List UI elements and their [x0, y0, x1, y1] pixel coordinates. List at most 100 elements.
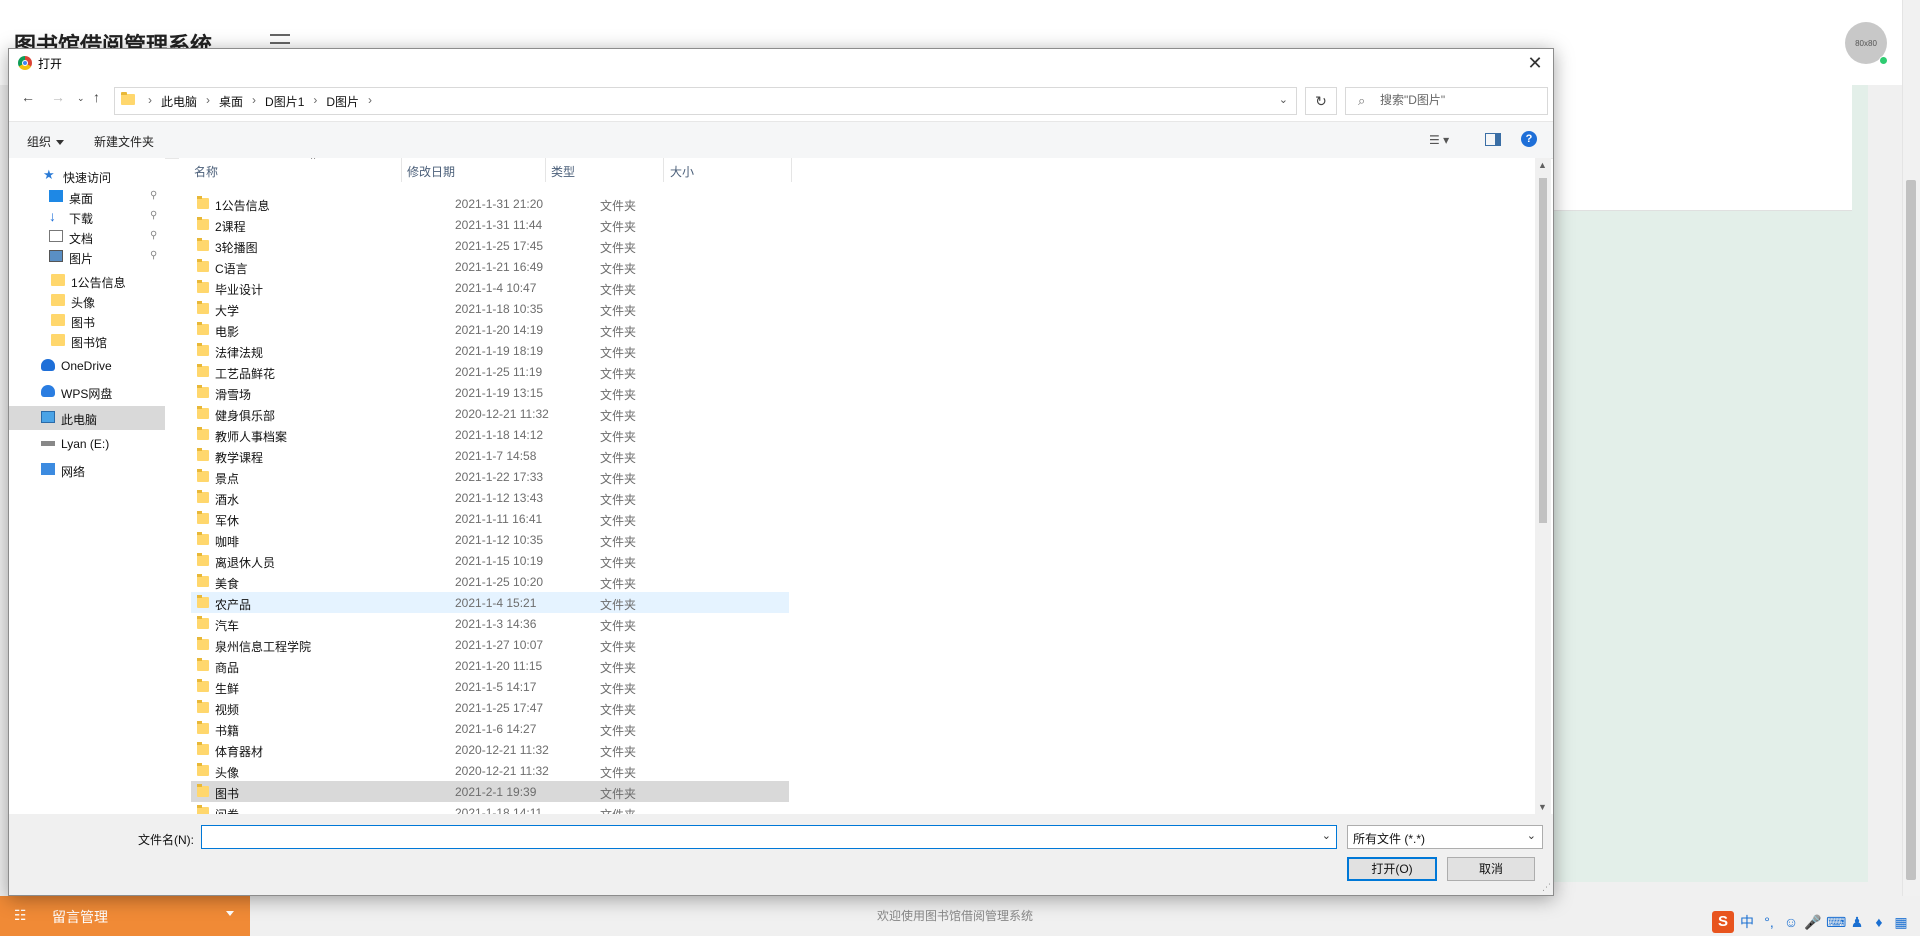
- new-folder-button[interactable]: 新建文件夹: [94, 133, 154, 150]
- filename-field[interactable]: ⌄: [201, 825, 1337, 849]
- address-bar[interactable]: › 此电脑 › 桌面 › D图片1 › D图片 › ⌄: [114, 87, 1297, 115]
- resize-grip-icon[interactable]: ⋰: [1542, 882, 1551, 893]
- file-row[interactable]: 2课程 2021-1-31 11:44 文件夹: [191, 214, 789, 235]
- column-name[interactable]: 名称: [194, 163, 218, 180]
- column-date[interactable]: 修改日期: [407, 163, 455, 180]
- emoji-icon[interactable]: ☺: [1782, 914, 1800, 930]
- nav-item[interactable]: 图书馆: [9, 329, 165, 353]
- file-row[interactable]: C语言 2021-1-21 16:49 文件夹: [191, 256, 789, 277]
- file-row[interactable]: 农产品 2021-1-4 15:21 文件夹: [191, 592, 789, 613]
- file-name: 图书: [215, 787, 240, 801]
- help-icon[interactable]: ?: [1521, 131, 1537, 147]
- organize-button[interactable]: 组织: [27, 133, 65, 150]
- file-row[interactable]: 景点 2021-1-22 17:33 文件夹: [191, 466, 789, 487]
- search-input[interactable]: [1380, 93, 1540, 107]
- punctuation-icon[interactable]: °,: [1760, 914, 1778, 930]
- file-row[interactable]: 问卷 2021-1-18 14:11 文件夹: [191, 802, 789, 814]
- file-row[interactable]: 健身俱乐部 2020-12-21 11:32 文件夹: [191, 403, 789, 424]
- computer-icon: [41, 411, 55, 423]
- file-list-scrollbar[interactable]: ▲ ▼: [1535, 158, 1551, 814]
- ime-toolbar[interactable]: S 中 °, ☺ 🎤 ⌨ ♟ ♦ ▦: [1712, 910, 1910, 934]
- dialog-titlebar[interactable]: 打开 ✕: [9, 49, 1553, 77]
- cancel-button[interactable]: 取消: [1447, 857, 1535, 881]
- file-row[interactable]: 电影 2021-1-20 14:19 文件夹: [191, 319, 789, 340]
- nav-item[interactable]: 此电脑: [9, 406, 165, 430]
- view-options-icon[interactable]: ☰ ▾: [1429, 133, 1449, 147]
- file-row[interactable]: 体育器材 2020-12-21 11:32 文件夹: [191, 739, 789, 760]
- file-type-select[interactable]: 所有文件 (*.*) ⌄: [1347, 825, 1543, 849]
- nav-item[interactable]: 图片 ⚲: [9, 245, 165, 269]
- scroll-up-icon[interactable]: ▲: [1538, 160, 1547, 170]
- forward-arrow-icon[interactable]: →: [51, 89, 65, 105]
- user-icon[interactable]: ♟: [1848, 914, 1866, 931]
- breadcrumb-separator[interactable]: ›: [368, 93, 372, 110]
- breadcrumb-item[interactable]: D图片: [326, 93, 359, 110]
- sogou-ime-icon[interactable]: S: [1712, 911, 1734, 933]
- ime-mode-label[interactable]: 中: [1738, 912, 1756, 932]
- filename-input[interactable]: [206, 828, 1306, 842]
- open-button[interactable]: 打开(O): [1347, 857, 1437, 881]
- column-divider[interactable]: [791, 158, 792, 182]
- file-row[interactable]: 军休 2021-1-11 16:41 文件夹: [191, 508, 789, 529]
- chevron-down-icon[interactable]: ⌄: [1279, 93, 1288, 106]
- up-arrow-icon[interactable]: ↑: [93, 89, 100, 105]
- scroll-down-icon[interactable]: ▼: [1538, 802, 1547, 812]
- column-type[interactable]: 类型: [551, 163, 575, 180]
- file-row[interactable]: 头像 2020-12-21 11:32 文件夹: [191, 760, 789, 781]
- nav-item[interactable]: 网络: [9, 458, 165, 482]
- scrollbar-thumb[interactable]: [1539, 178, 1547, 523]
- pin-icon[interactable]: ⚲: [150, 190, 157, 201]
- search-box[interactable]: ⌕: [1345, 87, 1548, 115]
- chevron-down-icon[interactable]: ⌄: [1322, 829, 1331, 842]
- column-divider[interactable]: [401, 158, 402, 182]
- file-row[interactable]: 泉州信息工程学院 2021-1-27 10:07 文件夹: [191, 634, 789, 655]
- nav-item[interactable]: OneDrive: [9, 354, 165, 378]
- recent-locations-icon[interactable]: ⌄: [77, 93, 85, 104]
- nav-item[interactable]: Lyan (E:): [9, 432, 165, 456]
- page-scrollbar-thumb[interactable]: [1906, 180, 1916, 880]
- pin-icon[interactable]: ⚲: [150, 210, 157, 221]
- file-row[interactable]: 视频 2021-1-25 17:47 文件夹: [191, 697, 789, 718]
- column-divider[interactable]: [545, 158, 546, 182]
- column-divider[interactable]: [663, 158, 664, 182]
- file-row[interactable]: 咖啡 2021-1-12 10:35 文件夹: [191, 529, 789, 550]
- keyboard-icon[interactable]: ⌨: [1826, 914, 1846, 931]
- file-row[interactable]: 滑雪场 2021-1-19 13:15 文件夹: [191, 382, 789, 403]
- file-row[interactable]: 1公告信息 2021-1-31 21:20 文件夹: [191, 193, 789, 214]
- file-row[interactable]: 商品 2021-1-20 11:15 文件夹: [191, 655, 789, 676]
- file-date: 2021-1-25 11:19: [455, 365, 543, 379]
- file-row[interactable]: 工艺品鲜花 2021-1-25 11:19 文件夹: [191, 361, 789, 382]
- refresh-icon[interactable]: ↻: [1305, 87, 1337, 115]
- breadcrumb-item[interactable]: 桌面: [219, 93, 243, 110]
- nav-item[interactable]: WPS网盘: [9, 380, 165, 404]
- file-row[interactable]: 教学课程 2021-1-7 14:58 文件夹: [191, 445, 789, 466]
- file-row[interactable]: 酒水 2021-1-12 13:43 文件夹: [191, 487, 789, 508]
- column-size[interactable]: 大小: [670, 163, 694, 180]
- toolbox-icon[interactable]: ▦: [1892, 914, 1910, 931]
- file-type: 文件夹: [600, 262, 637, 276]
- file-row[interactable]: 离退休人员 2021-1-15 10:19 文件夹: [191, 550, 789, 571]
- pin-icon[interactable]: ⚲: [150, 250, 157, 261]
- file-row[interactable]: 图书 2021-2-1 19:39 文件夹: [191, 781, 789, 802]
- file-row[interactable]: 教师人事档案 2021-1-18 14:12 文件夹: [191, 424, 789, 445]
- file-row[interactable]: 书籍 2021-1-6 14:27 文件夹: [191, 718, 789, 739]
- file-row[interactable]: 美食 2021-1-25 10:20 文件夹: [191, 571, 789, 592]
- preview-pane-icon[interactable]: [1485, 133, 1501, 146]
- file-name: 泉州信息工程学院: [215, 640, 312, 654]
- file-row[interactable]: 生鲜 2021-1-5 14:17 文件夹: [191, 676, 789, 697]
- file-row[interactable]: 汽车 2021-1-3 14:36 文件夹: [191, 613, 789, 634]
- breadcrumb-separator[interactable]: ›: [313, 93, 317, 110]
- breadcrumb-item[interactable]: D图片1: [265, 93, 304, 110]
- skin-icon[interactable]: ♦: [1870, 914, 1888, 930]
- breadcrumb-separator[interactable]: ›: [206, 93, 210, 110]
- file-row[interactable]: 大学 2021-1-18 10:35 文件夹: [191, 298, 789, 319]
- back-arrow-icon[interactable]: ←: [21, 89, 35, 105]
- microphone-icon[interactable]: 🎤: [1804, 914, 1822, 931]
- breadcrumb-separator[interactable]: ›: [252, 93, 256, 110]
- close-button[interactable]: ✕: [1523, 51, 1547, 75]
- file-row[interactable]: 毕业设计 2021-1-4 10:47 文件夹: [191, 277, 789, 298]
- file-row[interactable]: 3轮播图 2021-1-25 17:45 文件夹: [191, 235, 789, 256]
- file-row[interactable]: 法律法规 2021-1-19 18:19 文件夹: [191, 340, 789, 361]
- breadcrumb-item[interactable]: 此电脑: [161, 93, 197, 110]
- pin-icon[interactable]: ⚲: [150, 230, 157, 241]
